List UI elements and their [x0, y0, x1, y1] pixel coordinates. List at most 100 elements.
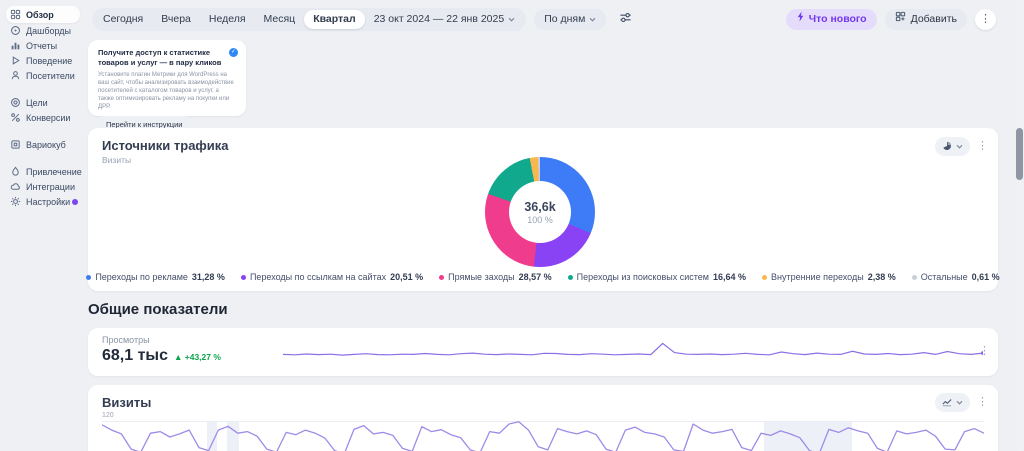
views-value: 68,1 тыс	[102, 347, 168, 365]
legend-percent: 2,38 %	[868, 272, 896, 282]
target-icon	[10, 97, 21, 108]
promo-title: Получите доступ к статистике товаров и у…	[98, 48, 236, 68]
period-tab-today[interactable]: Сегодня	[94, 10, 152, 29]
sidebar: Обзор Дашборды Отчеты Поведение Посетите…	[0, 0, 84, 451]
visits-card: Визиты ⋮ 120	[88, 385, 998, 451]
add-label: Добавить	[911, 9, 957, 30]
sidebar-item-label: Настройки	[26, 197, 70, 207]
gear-icon	[10, 196, 21, 207]
period-tab-label: Сегодня	[103, 10, 143, 29]
period-tab-yesterday[interactable]: Вчера	[152, 10, 200, 29]
views-menu-button[interactable]: ⋮	[979, 342, 990, 361]
date-range-label: 23 окт 2024 — 22 янв 2025	[374, 10, 505, 29]
sidebar-item-dashboards[interactable]: Дашборды	[6, 23, 80, 38]
views-sparkline-path	[283, 343, 983, 355]
sidebar-item-settings[interactable]: Настройки	[6, 194, 80, 209]
toolbar-menu-button[interactable]: ⋮	[975, 9, 996, 30]
period-tab-week[interactable]: Неделя	[200, 10, 255, 29]
grid-icon	[10, 9, 21, 20]
traffic-legend: Переходы по рекламе 31,28 % Переходы по …	[88, 272, 998, 282]
overview-section-title: Общие показатели	[88, 301, 228, 318]
legend-label: Внутренние переходы	[771, 272, 864, 282]
sliders-icon	[619, 11, 632, 27]
legend-item-ads[interactable]: Переходы по рекламе 31,28 %	[86, 272, 225, 282]
sidebar-item-label: Конверсии	[26, 113, 70, 123]
granularity-label: По дням	[544, 9, 585, 30]
traffic-pie[interactable]: 36,6k 100 %	[485, 157, 595, 267]
play-icon	[10, 55, 21, 66]
views-delta: ▲ +43,27 %	[174, 352, 221, 362]
pie-chart-icon	[942, 139, 952, 154]
granularity-select[interactable]: По дням	[534, 9, 606, 30]
visits-chart-type-button[interactable]	[935, 393, 970, 412]
donut-center: 36,6k 100 %	[509, 181, 571, 243]
visits-y-tick: 120	[102, 412, 114, 419]
traffic-card-title: Источники трафика	[102, 138, 229, 153]
legend-dot	[241, 275, 246, 280]
page-scrollbar-thumb[interactable]	[1016, 128, 1023, 180]
visits-menu-button[interactable]: ⋮	[977, 393, 988, 412]
legend-percent: 16,64 %	[713, 272, 746, 282]
sidebar-item-conversions[interactable]: Конверсии	[6, 110, 80, 125]
filters-button[interactable]	[614, 8, 636, 30]
sidebar-item-label: Цели	[26, 98, 48, 108]
chart-type-button[interactable]	[935, 137, 970, 156]
legend-percent: 28,57 %	[519, 272, 552, 282]
sidebar-item-variocube[interactable]: Вариокуб	[6, 137, 80, 152]
legend-item-search[interactable]: Переходы из поисковых систем 16,64 %	[568, 272, 746, 282]
line-chart-icon	[942, 395, 952, 410]
sidebar-item-label: Поведение	[26, 56, 72, 66]
visits-line-path	[102, 422, 984, 451]
sidebar-item-label: Привлечение	[26, 167, 82, 177]
period-tab-label: Неделя	[209, 10, 246, 29]
sidebar-item-visitors[interactable]: Посетители	[6, 68, 80, 83]
sidebar-item-label: Посетители	[26, 71, 75, 81]
period-tab-month[interactable]: Месяц	[255, 10, 305, 29]
cloud-icon	[10, 181, 21, 192]
gauge-icon	[10, 25, 21, 36]
views-label: Просмотры	[102, 335, 150, 345]
visits-card-title: Визиты	[102, 395, 151, 410]
legend-item-others[interactable]: Остальные 0,61 %	[912, 272, 1000, 282]
sidebar-item-integrations[interactable]: Интеграции	[6, 179, 80, 194]
percent-icon	[10, 112, 21, 123]
legend-dot	[439, 275, 444, 280]
visits-chart[interactable]	[102, 419, 984, 451]
whats-new-label: Что нового	[809, 9, 867, 30]
sidebar-item-reports[interactable]: Отчеты	[6, 38, 80, 53]
legend-item-internal[interactable]: Внутренние переходы 2,38 %	[762, 272, 896, 282]
settings-notification-dot	[72, 199, 78, 205]
widgets-icon	[895, 9, 906, 30]
chevron-down-icon	[956, 400, 963, 405]
period-tab-label: Месяц	[264, 10, 296, 29]
lightning-icon	[796, 9, 805, 30]
period-tab-label: Вчера	[161, 10, 191, 29]
page-scrollbar-track[interactable]	[1016, 0, 1023, 451]
sidebar-item-label: Обзор	[26, 10, 54, 20]
date-range-picker[interactable]: 23 окт 2024 — 22 янв 2025	[365, 10, 525, 29]
sidebar-item-label: Дашборды	[26, 26, 71, 36]
period-tab-label: Квартал	[313, 10, 356, 29]
period-tab-quarter[interactable]: Квартал	[304, 10, 365, 29]
person-icon	[10, 70, 21, 81]
legend-item-direct[interactable]: Прямые заходы 28,57 %	[439, 272, 552, 282]
legend-percent: 20,51 %	[390, 272, 423, 282]
legend-item-site-links[interactable]: Переходы по ссылкам на сайтах 20,51 %	[241, 272, 423, 282]
sidebar-item-behavior[interactable]: Поведение	[6, 53, 80, 68]
legend-label: Переходы из поисковых систем	[577, 272, 709, 282]
legend-label: Переходы по ссылкам на сайтах	[250, 272, 386, 282]
legend-label: Остальные	[921, 272, 968, 282]
sidebar-item-goals[interactable]: Цели	[6, 95, 80, 110]
traffic-sources-card: Источники трафика Визиты ⋮ 36,6k 100 % П…	[88, 128, 998, 291]
views-sparkline	[283, 341, 983, 363]
whats-new-button[interactable]: Что нового	[786, 9, 877, 30]
legend-percent: 31,28 %	[192, 272, 225, 282]
donut-total-percent: 100 %	[527, 215, 553, 225]
donut-total-value: 36,6k	[524, 200, 555, 214]
traffic-menu-button[interactable]: ⋮	[977, 137, 988, 156]
legend-label: Прямые заходы	[448, 272, 514, 282]
add-button[interactable]: Добавить	[885, 9, 967, 30]
cube-icon	[10, 139, 21, 150]
sidebar-item-acquisition[interactable]: Привлечение	[6, 164, 80, 179]
sidebar-item-overview[interactable]: Обзор	[6, 6, 80, 23]
